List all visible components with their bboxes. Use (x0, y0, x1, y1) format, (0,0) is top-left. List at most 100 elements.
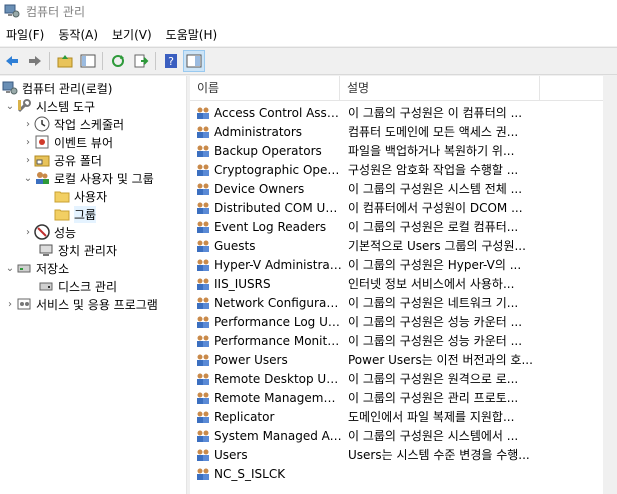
list-row[interactable]: Guests 기본적으로 Users 그룹의 구성원... (190, 236, 603, 255)
tree-item-label: 성능 (54, 225, 77, 240)
list-row[interactable]: Hyper-V Administrat... 이 그룹의 구성원은 Hyper-V… (190, 255, 603, 274)
group-icon (195, 314, 211, 330)
chevron-down-icon[interactable]: ⌄ (22, 173, 34, 184)
group-description: 이 그룹의 구성원은 로컬 컴퓨터... (348, 220, 519, 234)
group-icon (195, 124, 211, 140)
tree-item-label: 이벤트 뷰어 (54, 135, 114, 150)
list-row[interactable]: Users Users는 시스템 수준 변경을 수행... (190, 445, 603, 464)
list-row[interactable]: Access Control Assist... 이 그룹의 구성원은 이 컴퓨터… (190, 103, 603, 122)
device-manager-icon (38, 242, 54, 258)
group-description: 이 그룹의 구성원은 시스템 전체 ... (348, 182, 523, 196)
group-name: Event Log Readers (214, 219, 327, 234)
list-row[interactable]: IIS_IUSRS 인터넷 정보 서비스에서 사용하... (190, 274, 603, 293)
group-description: 이 그룹의 구성원은 관리 프로토... (348, 391, 519, 405)
tree-item-system-tools[interactable]: ⌄ 시스템 도구 (4, 97, 95, 115)
tree-item-storage[interactable]: ⌄ 저장소 (4, 259, 69, 277)
show-hide-tree-icon (80, 54, 96, 68)
list-row[interactable]: Power Users Power Users는 이전 버전과의 호... (190, 350, 603, 369)
services-icon (16, 296, 32, 312)
group-icon (195, 409, 211, 425)
chevron-right-icon[interactable]: › (22, 119, 34, 130)
menu-file[interactable]: 파일(F) (0, 26, 51, 43)
tree-item-label: 저장소 (36, 261, 70, 276)
users-icon (34, 170, 50, 186)
chevron-right-icon[interactable]: › (22, 227, 34, 238)
tree-item-local-users-groups[interactable]: ⌄ 로컬 사용자 및 그룹 (22, 169, 154, 187)
group-name: Distributed COM Users (214, 200, 342, 215)
list-row[interactable]: Backup Operators 파일을 백업하거나 복원하기 위... (190, 141, 603, 160)
chevron-right-icon[interactable]: › (22, 137, 34, 148)
list-row[interactable]: Distributed COM Users 이 컴퓨터에서 구성원이 DCOM .… (190, 198, 603, 217)
tree-item-users[interactable]: 사용자 (54, 187, 107, 205)
chevron-down-icon[interactable]: ⌄ (4, 263, 16, 274)
tree-item-task-scheduler[interactable]: › 작업 스케줄러 (22, 115, 124, 133)
list-row[interactable]: System Managed Acc... 이 그룹의 구성원은 시스템에서 ..… (190, 426, 603, 445)
back-icon (6, 56, 18, 66)
group-icon (195, 333, 211, 349)
forward-button[interactable] (24, 50, 46, 72)
group-name: Remote Desktop Users (214, 371, 342, 386)
chevron-down-icon[interactable]: ⌄ (4, 101, 16, 112)
group-icon (195, 162, 211, 178)
right-gutter (603, 76, 617, 494)
up-folder-button[interactable] (54, 50, 76, 72)
tree-item-performance[interactable]: › 성능 (22, 223, 76, 241)
group-name: Backup Operators (214, 143, 322, 158)
tree-item-computer-management[interactable]: 컴퓨터 관리(로컬) (2, 79, 112, 97)
show-hide-tree-button[interactable] (77, 50, 99, 72)
list-row[interactable]: Replicator 도메인에서 파일 복제를 지원합... (190, 407, 603, 426)
toolbar-separator (49, 52, 50, 70)
help-button[interactable]: ? (160, 50, 182, 72)
list-row[interactable]: Administrators 컴퓨터 도메인에 모든 액세스 권... (190, 122, 603, 141)
chevron-right-icon[interactable]: › (22, 155, 34, 166)
list-row[interactable]: Event Log Readers 이 그룹의 구성원은 로컬 컴퓨터... (190, 217, 603, 236)
tree-item-label: 공유 폴더 (54, 153, 102, 168)
menu-help[interactable]: 도움말(H) (159, 26, 225, 43)
group-name: Replicator (214, 409, 275, 424)
menu-view[interactable]: 보기(V) (105, 26, 159, 43)
group-description: 컴퓨터 도메인에 모든 액세스 권... (348, 125, 519, 139)
refresh-button[interactable] (107, 50, 129, 72)
title-bar: 컴퓨터 관리 (0, 0, 617, 22)
group-icon (195, 295, 211, 311)
list-row[interactable]: Remote Management... 이 그룹의 구성원은 관리 프로토... (190, 388, 603, 407)
group-icon (195, 257, 211, 273)
tree-item-device-manager[interactable]: 장치 관리자 (38, 241, 117, 259)
menu-action[interactable]: 동작(A) (51, 26, 105, 43)
help-icon: ? (165, 54, 177, 68)
column-header-name[interactable]: 이름 (190, 76, 340, 100)
list-row[interactable]: Performance Monitor... 이 그룹의 구성원은 성능 카운터 … (190, 331, 603, 350)
column-header-description[interactable]: 설명 (340, 76, 540, 100)
group-description: 이 그룹의 구성원은 시스템에서 ... (348, 429, 519, 443)
tree-item-shared-folders[interactable]: › 공유 폴더 (22, 151, 102, 169)
list-row[interactable]: Performance Log Users 이 그룹의 구성원은 성능 카운터 .… (190, 312, 603, 331)
list-row[interactable]: NC_S_ISLCK (190, 464, 603, 483)
group-icon (195, 466, 211, 482)
navigation-tree: 컴퓨터 관리(로컬) ⌄ 시스템 도구 › 작업 스케줄러 › 이벤트 뷰어 ›… (0, 76, 187, 494)
properties-button[interactable] (183, 50, 205, 72)
tree-item-label: 서비스 및 응용 프로그램 (36, 297, 158, 312)
forward-icon (29, 56, 41, 66)
list-row[interactable]: Network Configuratio... 이 그룹의 구성원은 네트워크 기… (190, 293, 603, 312)
list-row[interactable]: Device Owners 이 그룹의 구성원은 시스템 전체 ... (190, 179, 603, 198)
group-icon (195, 276, 211, 292)
group-description: Users는 시스템 수준 변경을 수행... (348, 448, 530, 462)
menu-bar: 파일(F) 동작(A) 보기(V) 도움말(H) (0, 22, 617, 46)
tree-item-disk-management[interactable]: 디스크 관리 (38, 277, 117, 295)
tree-item-groups[interactable]: 그룹 (54, 205, 97, 223)
export-button[interactable] (130, 50, 152, 72)
chevron-right-icon[interactable]: › (4, 299, 16, 310)
group-name: Device Owners (214, 181, 305, 196)
group-icon (195, 447, 211, 463)
tree-item-services-applications[interactable]: › 서비스 및 응용 프로그램 (4, 295, 158, 313)
list-row[interactable]: Cryptographic Operat... 구성원은 암호화 작업을 수행할 … (190, 160, 603, 179)
group-name: Power Users (214, 352, 288, 367)
group-description: 구성원은 암호화 작업을 수행할 ... (348, 163, 519, 177)
list-row[interactable]: Remote Desktop Users 이 그룹의 구성원은 원격으로 로... (190, 369, 603, 388)
group-icon (195, 219, 211, 235)
back-button[interactable] (1, 50, 23, 72)
tree-item-event-viewer[interactable]: › 이벤트 뷰어 (22, 133, 113, 151)
group-name: NC_S_ISLCK (214, 466, 286, 481)
tree-item-label: 사용자 (74, 189, 108, 204)
group-icon (195, 352, 211, 368)
